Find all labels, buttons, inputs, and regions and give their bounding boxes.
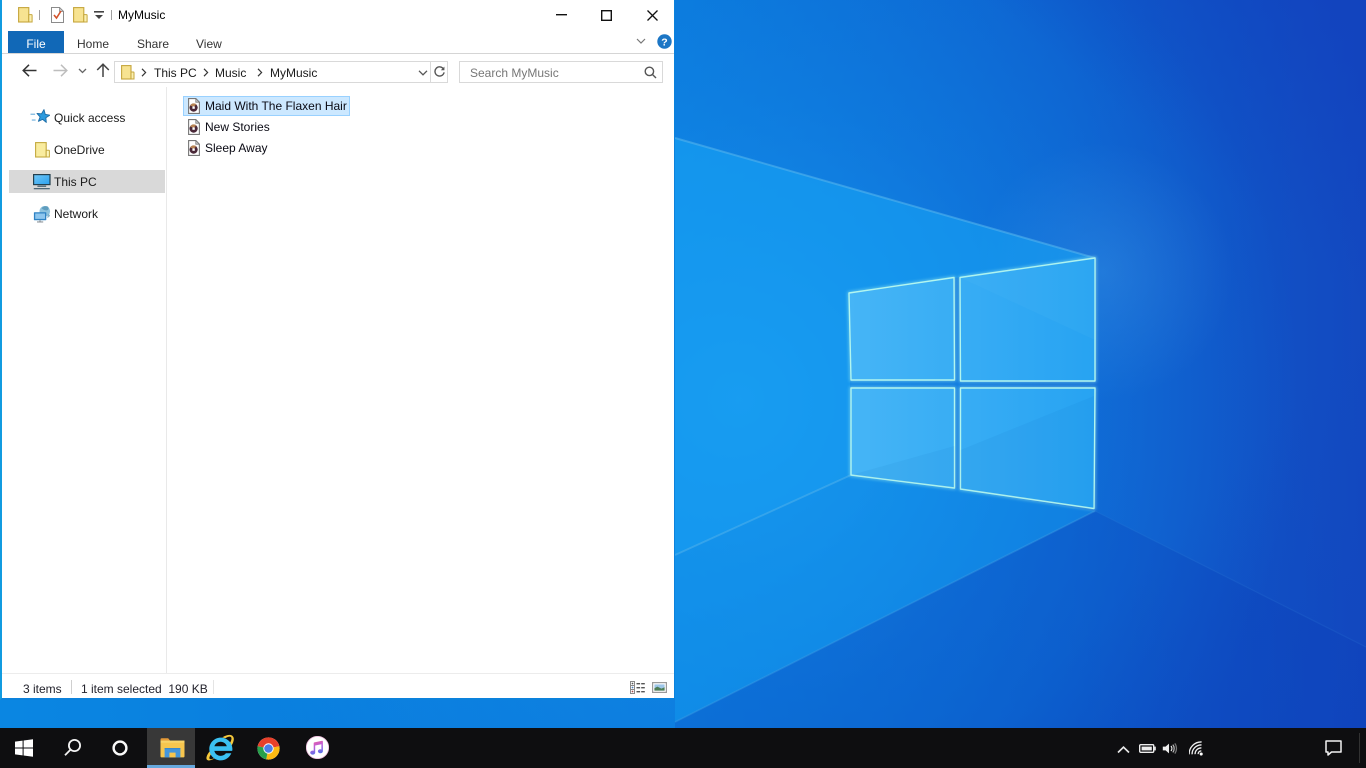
svg-text:?: ? xyxy=(661,36,667,48)
